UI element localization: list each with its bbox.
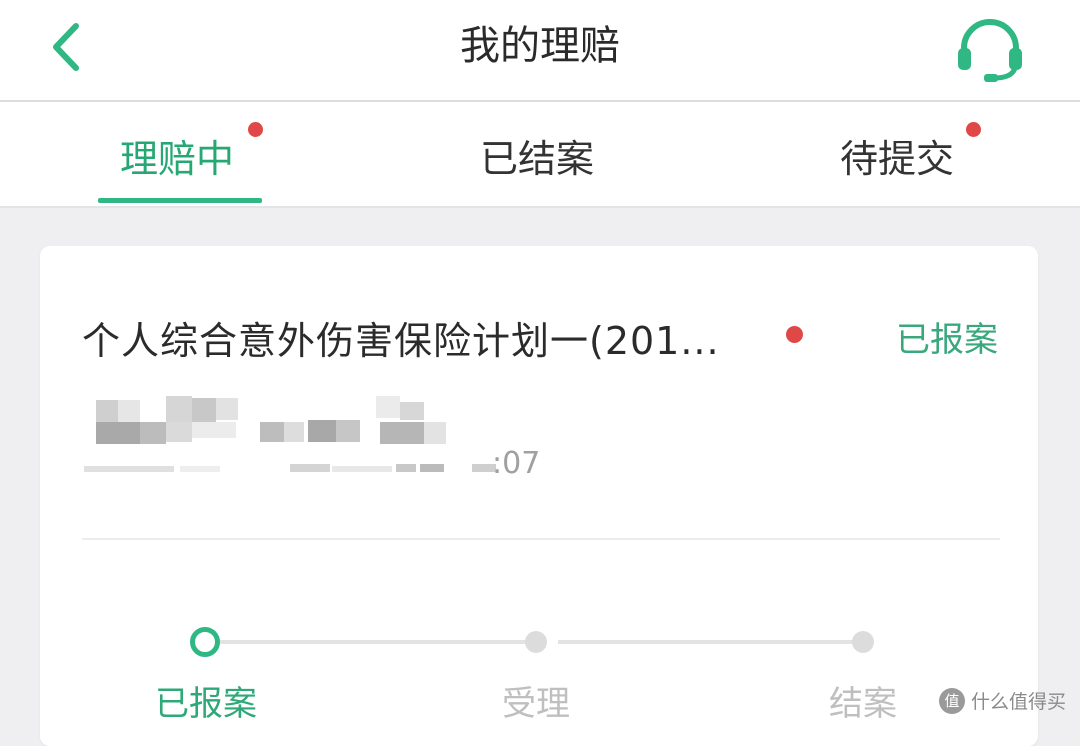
nav-bar: 我的理赔 <box>0 0 1080 102</box>
tab-label: 已结案 <box>480 137 595 181</box>
step-label-closed: 结案 <box>829 684 897 724</box>
customer-service-button[interactable] <box>950 10 1030 90</box>
redacted-claim-info <box>80 392 500 488</box>
policy-name: 个人综合意外伤害保险计划一(201... <box>82 319 720 363</box>
claim-tabs: 理赔中 已结案 待提交 <box>0 102 1080 208</box>
tab-closed[interactable]: 已结案 <box>460 102 620 206</box>
page-title: 我的理赔 <box>460 23 620 69</box>
step-label-reported: 已报案 <box>155 684 257 724</box>
claim-status: 已报案 <box>896 320 998 360</box>
claim-time: :07 <box>492 446 541 481</box>
step-node-closed <box>852 631 874 653</box>
claim-progress: 已报案 受理 结案 <box>40 606 1038 726</box>
active-tab-indicator <box>98 198 262 203</box>
divider <box>82 538 1000 540</box>
progress-track <box>558 640 854 644</box>
watermark-logo-icon: 值 <box>938 687 965 714</box>
tab-notification-dot <box>966 122 981 137</box>
watermark: 值 什么值得买 <box>938 687 1066 714</box>
step-label-accepted: 受理 <box>502 684 570 724</box>
tab-pending-submit[interactable]: 待提交 <box>820 102 990 206</box>
watermark-text: 什么值得买 <box>970 691 1066 713</box>
back-button[interactable] <box>40 14 100 80</box>
claim-card[interactable]: 个人综合意外伤害保险计划一(201... 已报案 :07 已报案 受理 结案 <box>40 246 1038 746</box>
tab-notification-dot <box>248 122 263 137</box>
tab-label: 待提交 <box>840 137 955 181</box>
progress-track <box>220 640 536 644</box>
headset-icon <box>958 19 1022 82</box>
unread-dot <box>786 326 803 343</box>
step-node-reported <box>190 627 220 657</box>
tab-label: 理赔中 <box>120 137 235 181</box>
tab-in-progress[interactable]: 理赔中 <box>98 102 268 206</box>
step-node-accepted <box>525 631 547 653</box>
chevron-left-icon <box>53 23 79 71</box>
